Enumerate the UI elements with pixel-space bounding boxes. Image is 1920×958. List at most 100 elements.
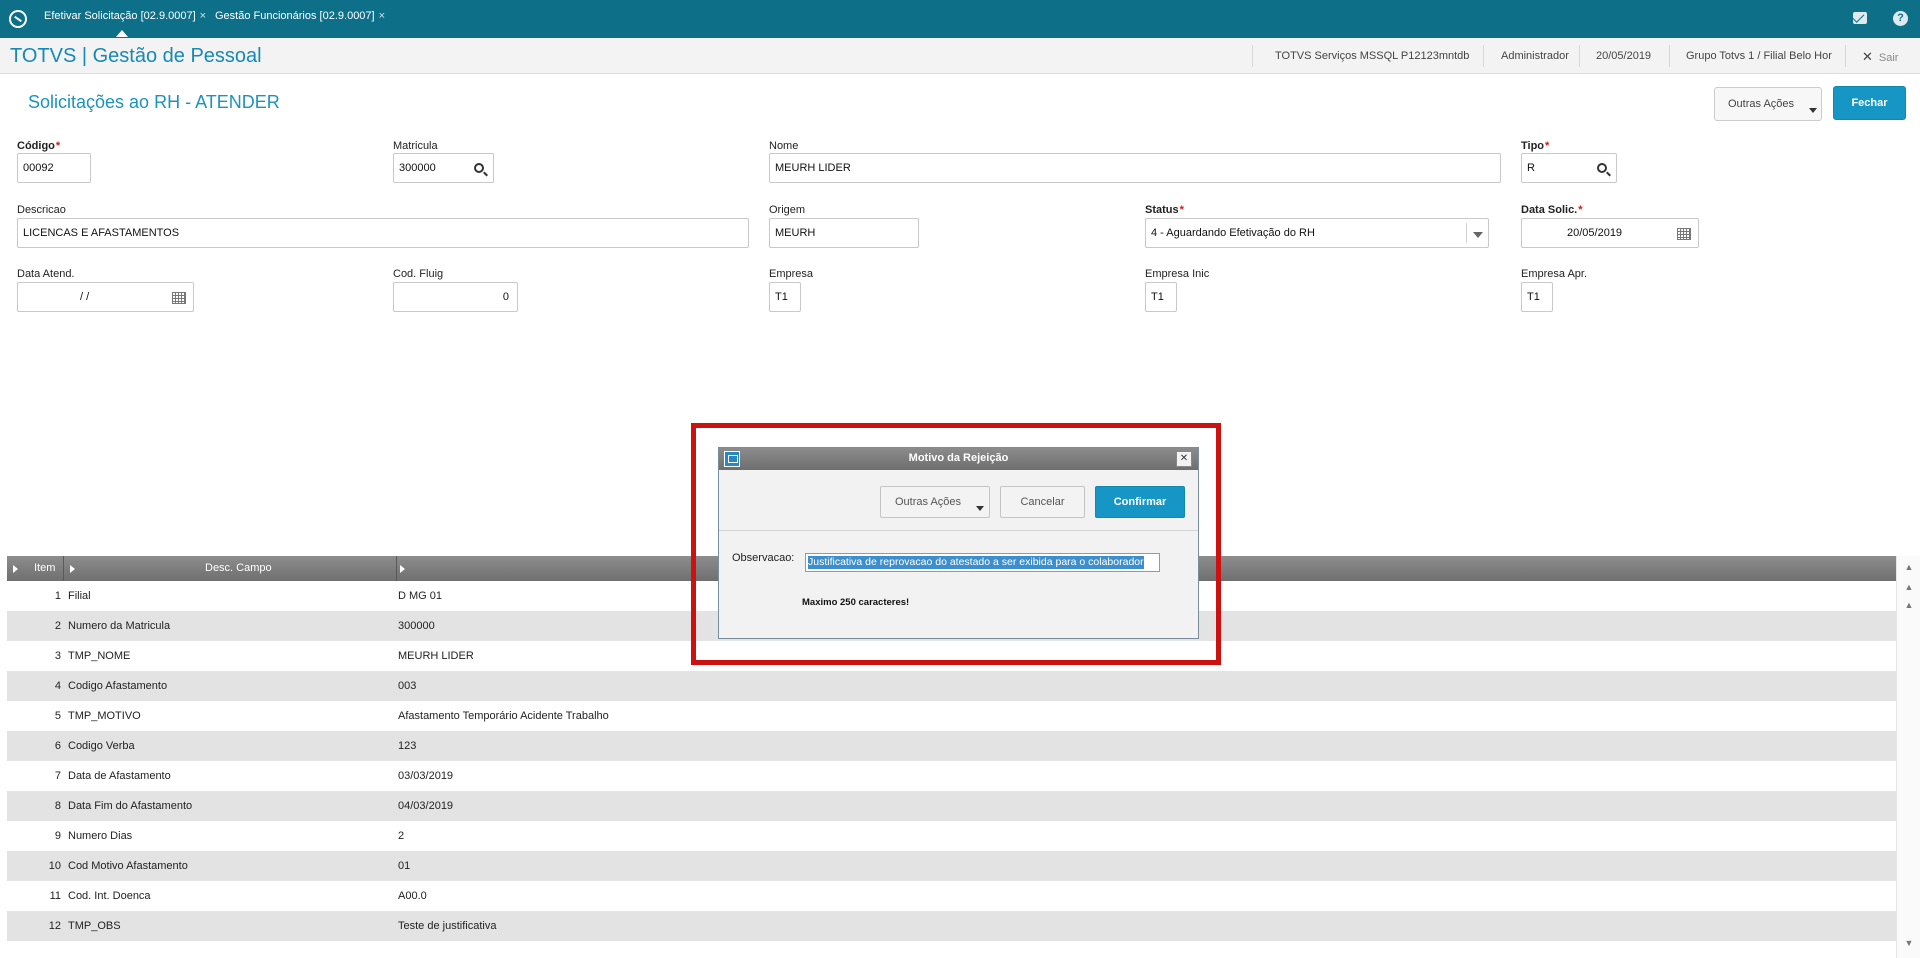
cell-item: 8 [54,800,61,812]
cell-value: Afastamento Temporário Acidente Trabalho [398,710,609,722]
observation-hint: Maximo 250 caracteres! [802,597,910,608]
tab-efetivar-solicitacao[interactable]: Efetivar Solicitação [02.9.0007] × [44,10,206,37]
scroll-up-icon[interactable]: ▲ [1904,600,1914,610]
cod-fluig-field[interactable]: 0 [393,282,518,312]
tab-gestao-funcionarios[interactable]: Gestão Funcionários [02.9.0007] × [215,10,385,28]
cell-value: 04/03/2019 [398,800,454,812]
empresa-field[interactable]: T1 [769,282,801,312]
column-header-desc-campo[interactable]: Desc. Campo [205,556,272,581]
column-arrow-icon[interactable] [13,565,18,573]
cell-desc-campo: Cod. Int. Doenca [68,890,151,902]
header-divider [1252,45,1253,67]
cell-desc-campo: Cod Motivo Afastamento [68,860,188,872]
calendar-icon[interactable] [172,292,186,304]
origem-field[interactable]: MEURH [769,218,919,248]
cell-item: 1 [54,590,61,602]
data-solic-field[interactable]: 20/05/2019 [1521,218,1699,248]
header-divider [1669,45,1670,67]
matricula-field[interactable]: 300000 [393,153,494,183]
cell-item: 10 [48,860,61,872]
table-row[interactable]: 9 Numero Dias 2 [7,821,1900,851]
cell-desc-campo: Numero da Matricula [68,620,171,632]
status-label: Status* [1145,204,1184,216]
top-tab-bar: Efetivar Solicitação [02.9.0007] × Gestão… [0,0,1920,38]
observation-value: Justificativa de reprovacao do atestado … [808,556,1144,569]
exit-label: Sair [1878,52,1899,64]
tab-label: Efetivar Solicitação [02.9.0007] [44,10,196,22]
status-select[interactable]: 4 - Aguardando Efetivação do RH [1145,218,1489,248]
exit-button[interactable]: ✕ Sair [1862,49,1898,65]
scroll-top-icon[interactable]: ▲ [1904,562,1914,572]
cancel-button[interactable]: Cancelar [1000,486,1085,518]
tab-close-icon[interactable]: × [379,10,385,22]
cell-value: 300000 [398,620,435,632]
empresa-apr-field[interactable]: T1 [1521,282,1553,312]
calendar-icon[interactable] [1677,228,1691,240]
app-title: TOTVS | Gestão de Pessoal [10,45,262,67]
select-divider [1466,223,1467,243]
close-icon[interactable]: ✕ [1176,451,1192,467]
cell-desc-campo: Data de Afastamento [68,770,171,782]
empresa-inic-label: Empresa Inic [1145,268,1210,280]
dialog-other-actions-button[interactable]: Outras Ações [880,486,990,518]
tab-close-icon[interactable]: × [200,10,206,22]
status-value: 4 - Aguardando Efetivação do RH [1151,227,1315,239]
table-row[interactable]: 10 Cod Motivo Afastamento 01 [7,851,1900,881]
search-icon[interactable] [1597,163,1607,173]
column-arrow-icon[interactable] [400,565,405,573]
cell-value: A00.0 [398,890,427,902]
table-row[interactable]: 6 Codigo Verba 123 [7,731,1900,761]
mail-icon[interactable] [1853,12,1867,24]
scroll-down-icon[interactable]: ▼ [1904,938,1914,948]
cell-desc-campo: TMP_MOTIVO [68,710,141,722]
totvs-logo-icon[interactable] [9,10,27,28]
observation-input[interactable]: Justificativa de reprovacao do atestado … [805,553,1160,572]
search-icon[interactable] [474,163,484,173]
cell-desc-campo: Codigo Afastamento [68,680,168,692]
data-solic-label: Data Solic.* [1521,204,1583,216]
grid-scrollbar[interactable]: ▲ ▲ ▲ ▼ [1896,556,1920,958]
column-divider[interactable] [63,556,64,581]
data-atend-value: / / [80,291,90,303]
descricao-label: Descricao [17,204,66,216]
cell-desc-campo: TMP_OBS [68,920,121,932]
other-actions-button[interactable]: Outras Ações [1714,87,1822,121]
table-row[interactable]: 4 Codigo Afastamento 003 [7,671,1900,701]
cell-item: 6 [54,740,61,752]
tab-label: Gestão Funcionários [02.9.0007] [215,10,375,22]
table-row[interactable]: 11 Cod. Int. Doenca A00.0 [7,881,1900,911]
data-atend-field[interactable]: / / [17,282,194,312]
cell-item: 9 [54,830,61,842]
rejection-reason-dialog: Motivo da Rejeição ✕ Outras Ações Cancel… [718,447,1199,639]
help-icon[interactable]: ? [1893,11,1908,26]
empresa-label: Empresa [769,268,814,280]
tipo-value: R [1527,162,1535,174]
table-row[interactable]: 7 Data de Afastamento 03/03/2019 [7,761,1900,791]
page-title: Solicitações ao RH - ATENDER [28,92,280,112]
empresa-inic-field[interactable]: T1 [1145,282,1177,312]
cell-desc-campo: Data Fim do Afastamento [68,800,193,812]
observation-label: Observacao: [732,552,795,564]
table-row[interactable]: 5 TMP_MOTIVO Afastamento Temporário Aciden… [7,701,1900,731]
header-divider [1845,45,1846,67]
nome-label: Nome [769,140,799,152]
column-arrow-icon[interactable] [70,565,75,573]
table-row[interactable]: 12 TMP_OBS Teste de justificativa [7,911,1900,941]
nome-field[interactable]: MEURH LIDER [769,153,1501,183]
close-button[interactable]: Fechar [1833,86,1906,120]
codigo-field[interactable]: 00092 [17,153,91,183]
scroll-page-up-icon[interactable]: ▲ [1904,582,1914,592]
codigo-label: Código* [17,140,61,152]
column-divider[interactable] [396,556,397,581]
column-header-item[interactable]: Item [34,556,55,581]
dialog-titlebar[interactable]: Motivo da Rejeição ✕ [719,448,1198,470]
tipo-field[interactable]: R [1521,153,1617,183]
descricao-field[interactable]: LICENCAS E AFASTAMENTOS [17,218,749,248]
header-divider [1579,45,1580,67]
cell-value: Teste de justificativa [398,920,497,932]
user-info: Administrador [1501,50,1569,62]
cell-item: 3 [54,650,61,662]
table-row[interactable]: 8 Data Fim do Afastamento 04/03/2019 [7,791,1900,821]
cell-value: 123 [398,740,417,752]
confirm-button[interactable]: Confirmar [1095,486,1185,518]
